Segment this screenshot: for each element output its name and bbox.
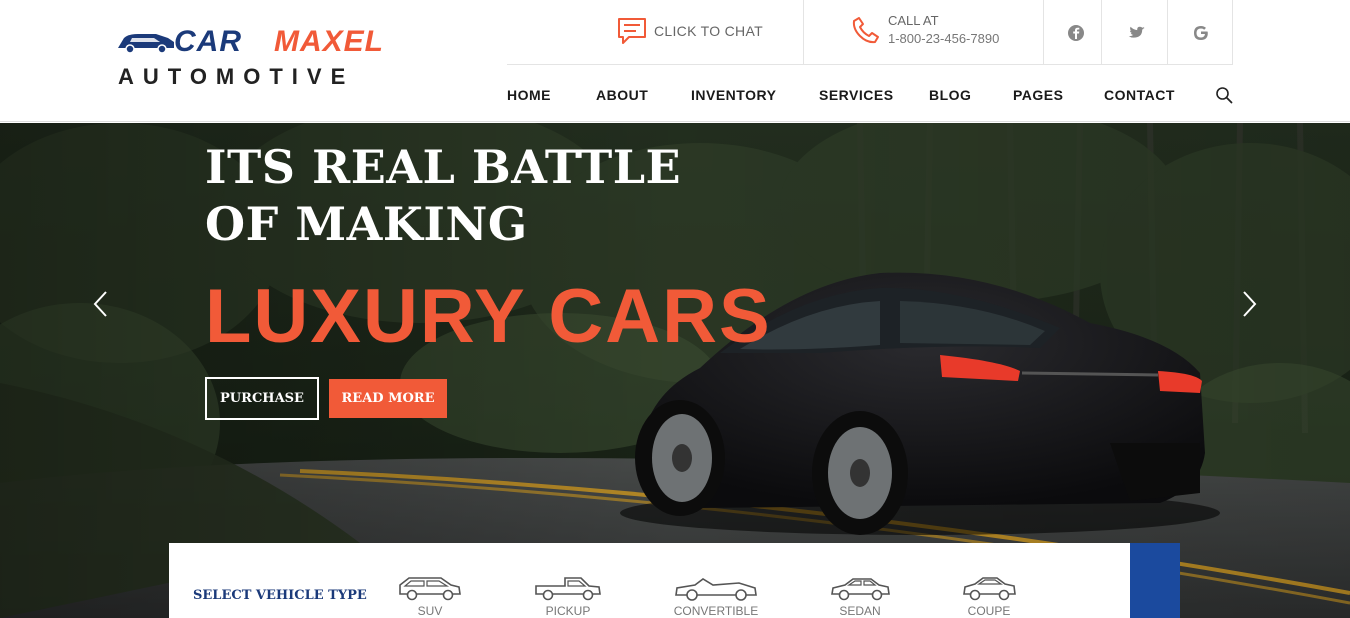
vehicle-search-tab[interactable] [1130,543,1180,618]
nav-about[interactable]: ABOUT [596,84,648,106]
hero-accent-text: LUXURY CARS [205,274,772,359]
hero-title-line-1: ITS REAL BATTLE [205,140,682,194]
nav-inventory[interactable]: INVENTORY [691,84,776,106]
convertible-icon [675,578,757,601]
nav-contact[interactable]: CONTACT [1104,84,1175,106]
nav-services[interactable]: SERVICES [819,84,894,106]
facebook-link[interactable] [1043,0,1108,65]
google-link[interactable] [1168,0,1233,65]
main-nav: HOME ABOUT INVENTORY SERVICES BLOG PAGES… [507,84,1237,106]
google-icon [1193,25,1208,40]
sedan-icon [831,578,890,601]
search-icon[interactable] [1215,86,1233,104]
site-logo[interactable]: CAR MAXEL AUTOMOTIVE [116,24,406,94]
vehicle-type-suv[interactable]: SUV [397,573,463,618]
suv-icon [399,577,461,601]
vehicle-type-label: SELECT VEHICLE TYPE [193,588,367,603]
slider-prev-arrow[interactable] [90,289,112,319]
purchase-button[interactable]: PURCHASE [205,377,319,420]
nav-blog[interactable]: BLOG [929,84,971,106]
vehicle-type-name: PICKUP [545,604,591,618]
nav-home[interactable]: HOME [507,84,551,106]
vehicle-type-name: SUV [417,604,443,618]
vehicle-type-pickup[interactable]: PICKUP [533,573,603,618]
vehicle-type-coupe[interactable]: COUPE [961,573,1017,618]
nav-pages[interactable]: PAGES [1013,84,1063,106]
facebook-icon [1067,24,1084,41]
vehicle-type-panel: SELECT VEHICLE TYPE SUV PICKUP CONVERTIB… [169,543,1130,618]
divider [803,0,804,65]
call-number: 1-800-23-456-7890 [888,31,1000,46]
read-more-button[interactable]: READ MORE [329,379,447,418]
car-logo-icon [118,34,174,54]
chat-icon [618,18,646,44]
vehicle-type-name: COUPE [967,604,1011,618]
twitter-link[interactable] [1104,0,1169,65]
hero-title: ITS REAL BATTLE OF MAKING [205,139,681,253]
vehicle-type-convertible[interactable]: CONVERTIBLE [673,573,759,618]
call-label: CALL AT [888,13,939,28]
site-header: CAR MAXEL AUTOMOTIVE CLICK TO CHAT CALL … [0,0,1350,122]
slider-next-arrow[interactable] [1238,289,1260,319]
click-to-chat[interactable]: CLICK TO CHAT [617,16,763,46]
call-info[interactable]: CALL AT 1-800-23-456-7890 [851,12,999,48]
phone-icon [852,17,879,44]
pickup-truck-icon [535,577,601,601]
vehicle-type-name: SEDAN [839,604,881,618]
chat-label: CLICK TO CHAT [654,23,763,39]
logo-word-maxel: MAXEL [274,25,384,58]
divider [1232,0,1233,65]
twitter-icon [1128,26,1145,38]
header-top-bar: CLICK TO CHAT CALL AT 1-800-23-456-7890 [507,0,1233,65]
logo-word-car: CAR [174,25,242,58]
vehicle-type-name: CONVERTIBLE [673,604,759,618]
vehicle-type-sedan[interactable]: SEDAN [829,573,891,618]
divider [1101,0,1102,65]
coupe-icon [963,577,1016,601]
logo-subtitle: AUTOMOTIVE [118,64,355,89]
hero-title-line-2: OF MAKING [205,197,528,251]
